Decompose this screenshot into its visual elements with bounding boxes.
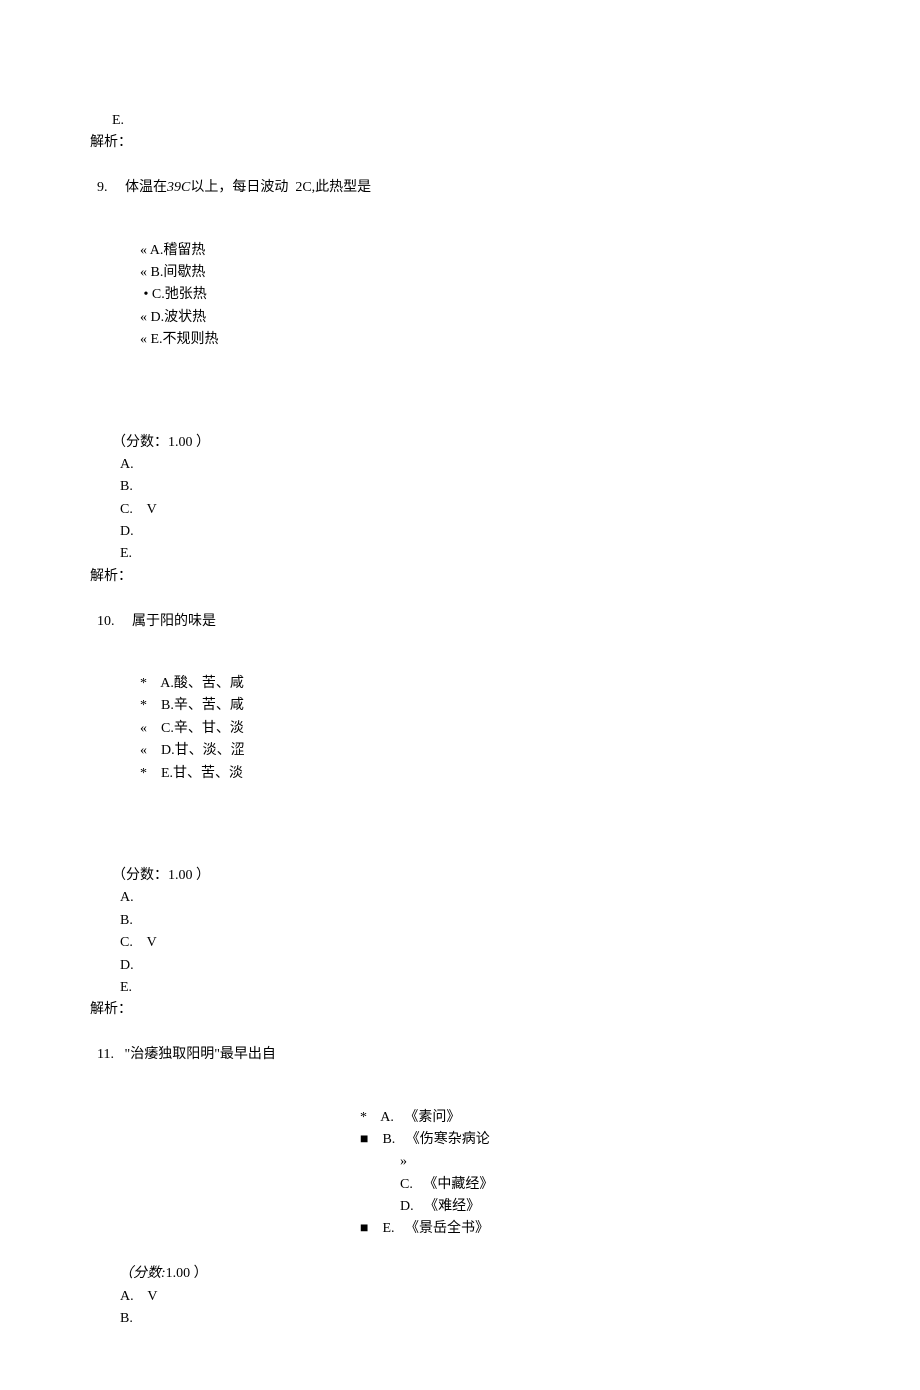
q9-option-b: « B.间歇热 — [0, 262, 920, 284]
q10-analysis-label: 解析： — [0, 999, 920, 1021]
q10-answer-c: C. V — [0, 932, 920, 954]
q11-option-e: ■ E. 《景岳全书》 — [0, 1218, 920, 1240]
q9-stem: 9. 体温在39C以上，每日波动 2C,此热型是 — [0, 155, 920, 200]
q10-number: 10. — [97, 614, 115, 629]
q10-answer-b: B. — [0, 910, 920, 932]
q9-option-a: « A.稽留热 — [0, 240, 920, 262]
q9-score: （分数：1.00 ） — [0, 432, 920, 454]
q9-stem-b: 以上，每日波动 2C,此热型是 — [190, 180, 371, 195]
q9-option-c: • C.弛张热 — [0, 284, 920, 306]
q10-option-b: * B.辛、苦、咸 — [0, 695, 920, 717]
q9-option-e: « E.不规则热 — [0, 329, 920, 351]
q11-option-a: * A. 《素问》 — [0, 1107, 920, 1129]
q9-stem-italic: 39C — [167, 180, 190, 195]
q10-option-e: * E.甘、苦、淡 — [0, 763, 920, 785]
q11-answer-a: A. V — [0, 1286, 920, 1308]
q9-answer-e: E. — [0, 543, 920, 565]
q10-answer-e: E. — [0, 977, 920, 999]
q11-stem-text: "治痿独取阳明"最早出自 — [124, 1047, 275, 1062]
answer-e: E. — [0, 110, 920, 132]
q10-score: （分数：1.00 ） — [0, 865, 920, 887]
q11-score-rest: 1.00 ） — [166, 1266, 208, 1281]
q11-option-c: C. 《中藏经》 — [0, 1174, 920, 1196]
q11-option-b: ■ B. 《伤寒杂病论 — [0, 1129, 920, 1151]
q11-score-italic: （分数: — [119, 1266, 166, 1281]
q11-stem: 11. "治痿独取阳明"最早出自 — [0, 1022, 920, 1067]
q10-option-d: « D.甘、淡、涩 — [0, 740, 920, 762]
q11-number: 11. — [97, 1047, 114, 1062]
q11-option-d: D. 《难经》 — [0, 1196, 920, 1218]
q9-answer-b: B. — [0, 476, 920, 498]
analysis-label: 解析： — [0, 132, 920, 154]
q10-stem: 10. 属于阳的味是 — [0, 588, 920, 633]
q9-answer-a: A. — [0, 454, 920, 476]
q9-number: 9. — [97, 180, 108, 195]
q11-score: （分数:1.00 ） — [0, 1241, 920, 1286]
q9-answer-d: D. — [0, 521, 920, 543]
q9-option-d: « D.波状热 — [0, 307, 920, 329]
q9-answer-c: C. V — [0, 499, 920, 521]
q10-answer-d: D. — [0, 955, 920, 977]
q9-analysis-label: 解析： — [0, 566, 920, 588]
q11-option-b2: » — [0, 1151, 920, 1173]
q10-stem-text: 属于阳的味是 — [132, 614, 216, 629]
q10-option-c: « C.辛、甘、淡 — [0, 718, 920, 740]
q10-answer-a: A. — [0, 887, 920, 909]
q11-answer-b: B. — [0, 1308, 920, 1330]
q10-option-a: * A.酸、苦、咸 — [0, 673, 920, 695]
q9-stem-a: 体温在 — [125, 180, 167, 195]
